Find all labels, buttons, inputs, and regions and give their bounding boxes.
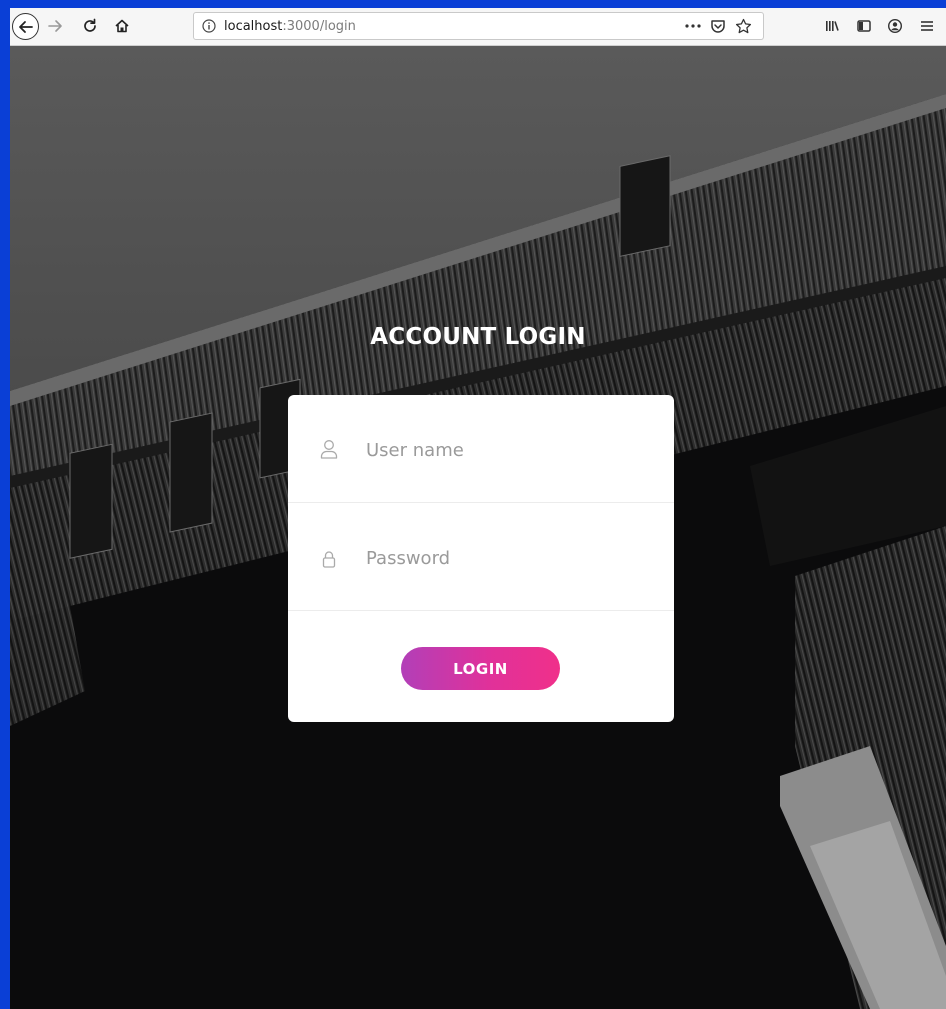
login-title: ACCOUNT LOGIN	[370, 324, 586, 350]
library-icon	[826, 21, 839, 31]
reload-icon	[84, 18, 96, 32]
address-bar[interactable]: localhost:3000/login	[193, 12, 764, 40]
user-icon	[320, 440, 338, 459]
home-button[interactable]	[110, 14, 134, 38]
sidebar-button[interactable]	[852, 14, 876, 38]
pocket-icon	[711, 20, 725, 33]
login-button[interactable]: LOGIN	[401, 647, 560, 690]
username-row	[288, 395, 674, 503]
library-button[interactable]	[820, 14, 844, 38]
lock-icon	[322, 551, 336, 568]
info-icon[interactable]	[202, 19, 216, 33]
browser-window: localhost:3000/login ACCOUNT LOGIN User …	[10, 8, 946, 1009]
account-button[interactable]	[883, 14, 907, 38]
forward-button[interactable]	[43, 14, 67, 38]
browser-toolbar: localhost:3000/login	[10, 8, 946, 46]
back-icon	[18, 20, 33, 33]
password-row	[288, 503, 674, 611]
forward-icon	[48, 20, 62, 32]
login-card: LOGIN	[288, 395, 674, 722]
pocket-button[interactable]	[709, 17, 727, 35]
url-host: localhost	[224, 19, 283, 34]
account-icon	[887, 18, 903, 34]
bookmark-star-icon	[735, 18, 751, 33]
back-button[interactable]	[12, 13, 39, 40]
more-icon	[685, 24, 701, 28]
menu-button[interactable]	[915, 14, 939, 38]
menu-icon	[921, 21, 933, 31]
home-icon	[115, 19, 129, 33]
url-path: :3000/login	[282, 19, 356, 34]
bookmark-button[interactable]	[734, 17, 752, 35]
reload-button[interactable]	[78, 14, 102, 38]
url-text: localhost:3000/login	[224, 19, 356, 34]
sidebar-icon	[857, 20, 871, 32]
page-actions-button[interactable]	[684, 17, 702, 35]
password-input[interactable]	[366, 543, 646, 573]
username-input[interactable]	[366, 435, 646, 465]
page-viewport: ACCOUNT LOGIN LOGIN	[10, 46, 946, 1009]
